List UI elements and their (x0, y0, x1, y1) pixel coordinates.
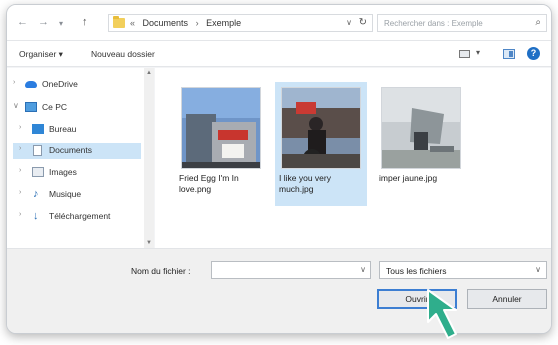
sidebar-item-bureau[interactable]: › Bureau (13, 122, 141, 138)
open-file-dialog: ← → ▾ ↑ « Documents › Exemple ∨ ↻ Recher… (6, 4, 552, 334)
download-icon: ↓ (33, 210, 39, 222)
refresh-icon[interactable]: ↻ (359, 17, 367, 28)
image-thumbnail (381, 87, 461, 169)
breadcrumb-overflow[interactable]: « (130, 18, 135, 28)
sidebar-item-musique[interactable]: › ♪ Musique (13, 187, 141, 203)
file-type-select[interactable]: Tous les fichiers ∨ (379, 261, 547, 279)
file-tile[interactable]: Fried Egg I'm In love.png (175, 82, 267, 206)
breadcrumb-separator: › (195, 18, 199, 28)
file-list: Fried Egg I'm In love.png I like you ver… (155, 68, 551, 248)
sidebar-item-label: OneDrive (42, 79, 78, 89)
help-icon[interactable]: ? (527, 47, 540, 60)
filename-input[interactable]: ∨ (211, 261, 371, 279)
preview-pane-icon[interactable] (503, 49, 515, 59)
navigation-bar: ← → ▾ ↑ « Documents › Exemple ∨ ↻ Recher… (7, 5, 551, 41)
file-type-value: Tous les fichiers (386, 266, 447, 276)
expand-chevron-icon[interactable]: › (19, 211, 21, 218)
folder-icon (113, 16, 125, 28)
up-arrow-icon[interactable]: ↑ (82, 16, 88, 28)
filename-label: Nom du fichier : (131, 266, 191, 276)
search-input[interactable]: Rechercher dans : Exemple ⌕ (377, 14, 547, 32)
image-thumbnail (181, 87, 261, 169)
sidebar-item-this-pc[interactable]: ∨ Ce PC (13, 100, 141, 116)
address-bar[interactable]: « Documents › Exemple ∨ ↻ (108, 14, 373, 32)
search-placeholder: Rechercher dans : Exemple (384, 19, 483, 28)
sidebar-item-images[interactable]: › Images (13, 165, 141, 181)
file-name: imper jaune.jpg (379, 173, 438, 183)
collapse-chevron-icon[interactable]: ∨ (13, 101, 19, 110)
sidebar-scrollbar[interactable]: ▲ ▼ (144, 68, 154, 248)
music-icon: ♪ (33, 188, 39, 200)
sidebar-item-label: Ce PC (42, 102, 68, 112)
sidebar-item-label: Images (49, 167, 77, 177)
forward-arrow-icon[interactable]: → (38, 16, 49, 28)
sidebar-item-documents[interactable]: › Documents (13, 143, 141, 159)
sidebar-item-telechargement[interactable]: › ↓ Téléchargement (13, 209, 141, 225)
sidebar-item-label: Téléchargement (49, 211, 111, 221)
sidebar-item-label: Musique (49, 189, 82, 199)
chevron-down-icon[interactable]: ∨ (535, 265, 541, 274)
new-folder-button[interactable]: Nouveau dossier (91, 49, 155, 59)
breadcrumb: « Documents › Exemple (130, 18, 246, 28)
sidebar-item-label: Documents (49, 145, 92, 155)
command-bar: Organiser ▾ Nouveau dossier ▾ ? (7, 41, 551, 67)
file-name: I like you very much.jpg (279, 173, 331, 194)
organize-button[interactable]: Organiser ▾ (19, 49, 63, 60)
search-icon: ⌕ (535, 17, 541, 28)
expand-chevron-icon[interactable]: › (19, 145, 21, 152)
navigation-pane: › OneDrive ∨ Ce PC › Bureau › Documents … (7, 68, 154, 248)
sidebar-item-onedrive[interactable]: › OneDrive (13, 77, 141, 93)
back-arrow-icon[interactable]: ← (17, 16, 28, 28)
pictures-icon (32, 167, 44, 177)
file-tile[interactable]: imper jaune.jpg (375, 82, 467, 206)
filename-dropdown-icon[interactable]: ∨ (360, 265, 366, 274)
computer-icon (25, 102, 37, 112)
pointer-arrow-icon (427, 289, 457, 339)
view-options-chevron-icon[interactable]: ▾ (476, 48, 480, 57)
address-dropdown-icon[interactable]: ∨ (346, 18, 352, 27)
file-name: Fried Egg I'm In love.png (179, 173, 239, 194)
documents-icon (33, 145, 42, 156)
cancel-button[interactable]: Annuler (467, 289, 547, 309)
view-options-icon[interactable] (459, 50, 470, 58)
scroll-down-icon[interactable]: ▼ (146, 240, 152, 246)
breadcrumb-documents[interactable]: Documents (143, 18, 189, 28)
file-tile-selected[interactable]: I like you very much.jpg (275, 82, 367, 206)
expand-chevron-icon[interactable]: › (13, 79, 15, 86)
breadcrumb-exemple[interactable]: Exemple (206, 18, 241, 28)
scroll-up-icon[interactable]: ▲ (146, 70, 152, 76)
desktop-icon (32, 124, 44, 134)
image-thumbnail (281, 87, 361, 169)
cloud-icon (25, 81, 37, 88)
expand-chevron-icon[interactable]: › (19, 189, 21, 196)
recent-locations-chevron-icon[interactable]: ▾ (59, 18, 63, 30)
expand-chevron-icon[interactable]: › (19, 167, 21, 174)
expand-chevron-icon[interactable]: › (19, 124, 21, 131)
sidebar-item-label: Bureau (49, 124, 77, 134)
